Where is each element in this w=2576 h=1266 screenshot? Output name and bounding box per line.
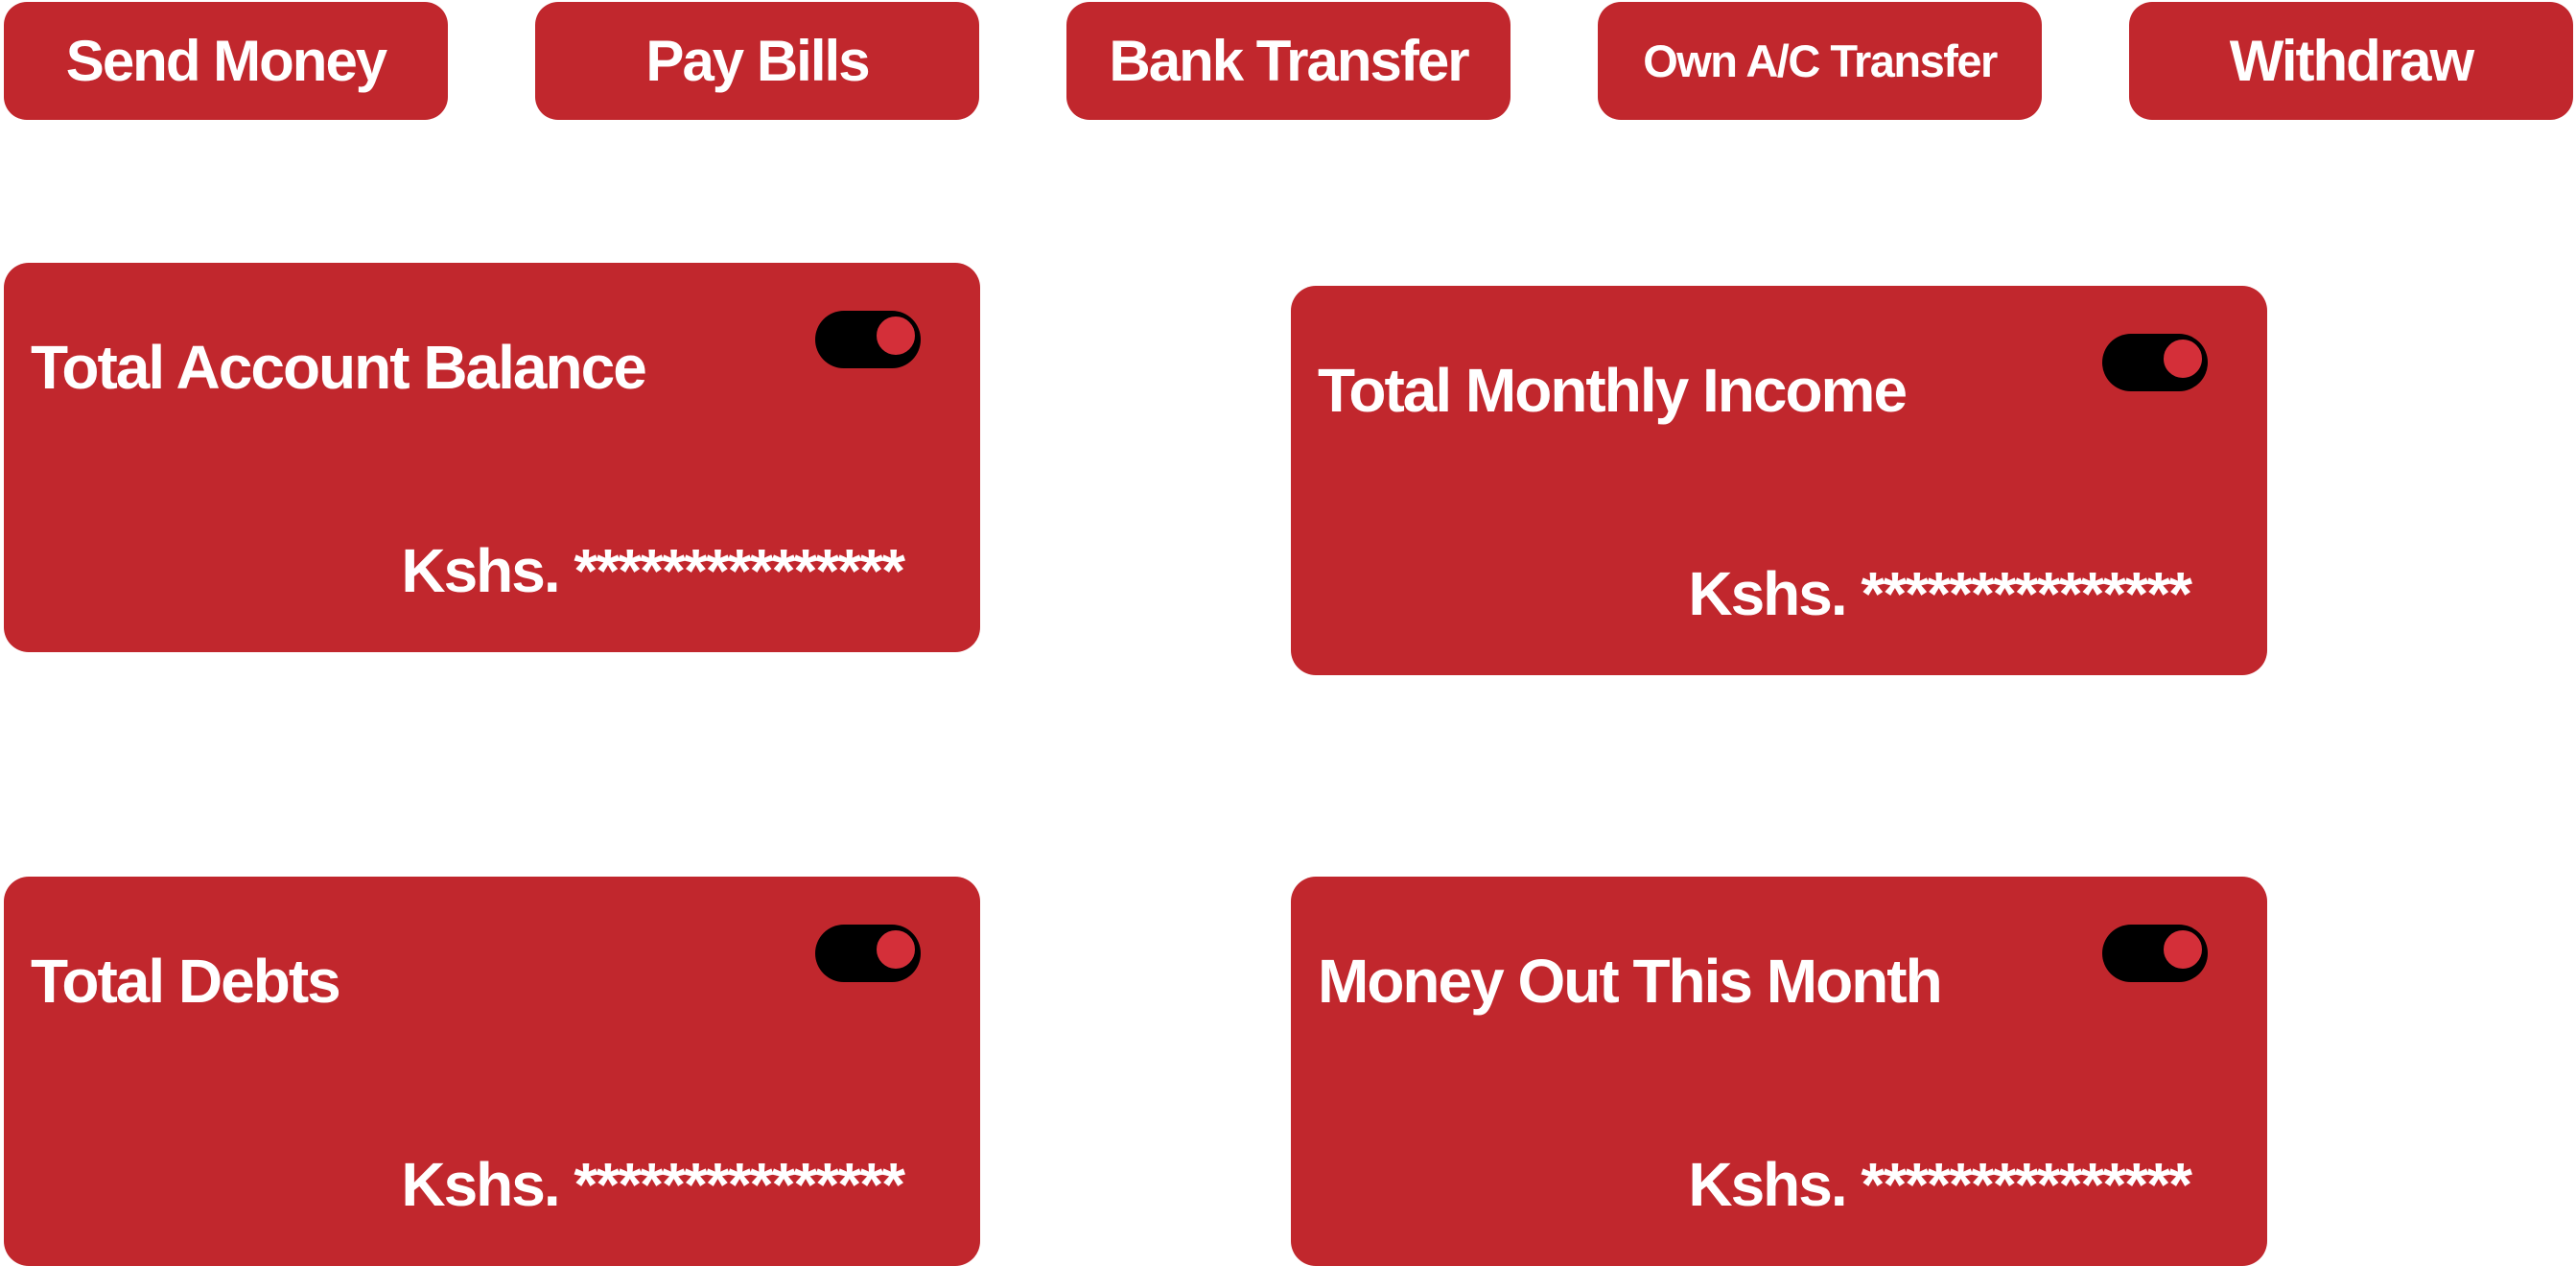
card-amount: Kshs. ***************: [1688, 559, 2192, 628]
card-amount: Kshs. ***************: [401, 1150, 905, 1219]
money-out-this-month-card: Money Out This Month Kshs. *************…: [1291, 877, 2267, 1266]
send-money-button[interactable]: Send Money: [4, 2, 448, 120]
card-title: Total Debts: [31, 947, 341, 1016]
debts-visibility-toggle[interactable]: [815, 925, 921, 982]
toggle-knob: [2160, 926, 2206, 973]
total-account-balance-card: Total Account Balance Kshs. ************…: [4, 263, 980, 652]
money-out-visibility-toggle[interactable]: [2102, 925, 2208, 982]
card-amount: Kshs. ***************: [1688, 1150, 2192, 1219]
toggle-knob: [873, 313, 919, 359]
total-debts-card: Total Debts Kshs. ***************: [4, 877, 980, 1266]
balance-visibility-toggle[interactable]: [815, 311, 921, 368]
card-title: Total Account Balance: [31, 333, 647, 402]
bank-transfer-button[interactable]: Bank Transfer: [1066, 2, 1510, 120]
withdraw-button[interactable]: Withdraw: [2129, 2, 2573, 120]
toggle-knob: [873, 926, 919, 973]
card-amount: Kshs. ***************: [401, 536, 905, 605]
total-monthly-income-card: Total Monthly Income Kshs. *************…: [1291, 286, 2267, 675]
card-title: Money Out This Month: [1318, 947, 1943, 1016]
toggle-knob: [2160, 336, 2206, 382]
own-account-transfer-button[interactable]: Own A/C Transfer: [1598, 2, 2042, 120]
pay-bills-button[interactable]: Pay Bills: [535, 2, 979, 120]
income-visibility-toggle[interactable]: [2102, 334, 2208, 391]
card-title: Total Monthly Income: [1318, 356, 1908, 425]
